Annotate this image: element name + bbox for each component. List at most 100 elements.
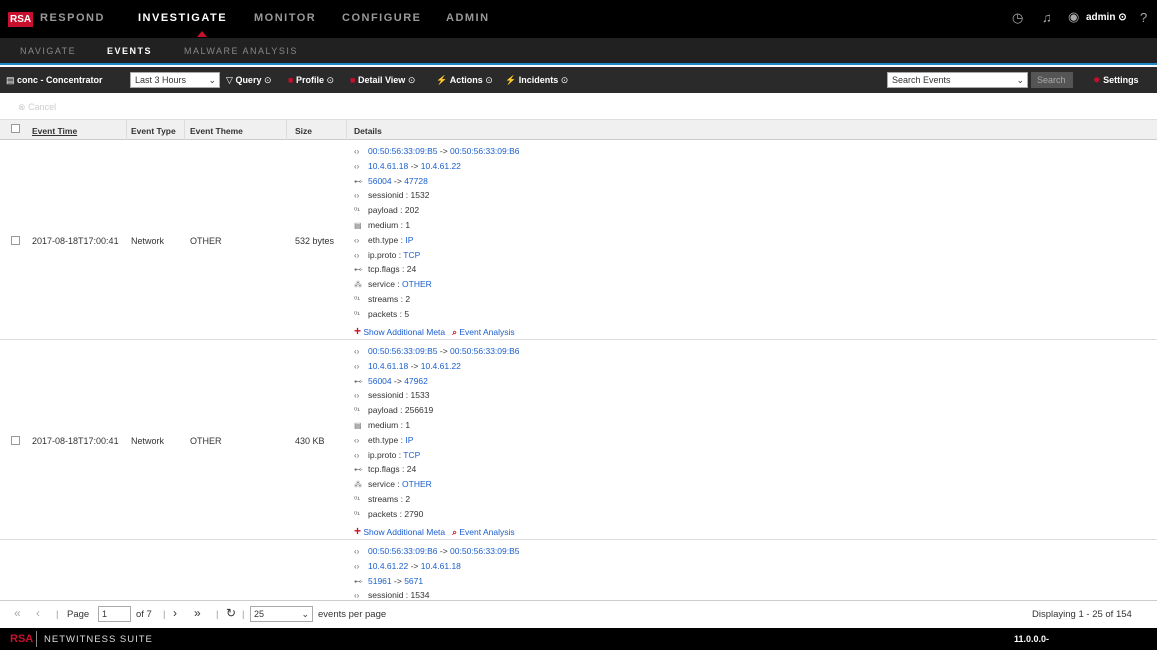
table-icon: ▤ (6, 75, 15, 85)
column-event-time[interactable]: Event Time (32, 126, 77, 136)
table-row[interactable]: ‹› 00:50:56:33:09:B6 -> 00:50:56:33:09:B5… (0, 541, 1157, 600)
first-page-icon[interactable]: « (14, 606, 21, 620)
concentrator-selector[interactable]: ▤ conc - Concentrator (6, 75, 103, 86)
select-all-checkbox[interactable] (11, 124, 20, 133)
pager-separator: | (163, 609, 166, 620)
tab-navigate[interactable]: NAVIGATE (20, 46, 76, 56)
mac-dst-link[interactable]: 00:50:56:33:09:B6 (450, 346, 519, 356)
column-details[interactable]: Details (354, 126, 382, 136)
event-analysis-link[interactable]: Event Analysis (459, 527, 514, 537)
table-row[interactable]: 2017-08-18T17:00:41 Network OTHER 532 by… (0, 141, 1157, 340)
page-number-input[interactable]: 1 (98, 606, 131, 622)
profile-menu[interactable]: ■ Profile ⊙ (288, 75, 334, 86)
meta-value-link[interactable]: OTHER (402, 279, 432, 289)
mac-src-link[interactable]: 00:50:56:33:09:B5 (368, 346, 437, 356)
nav-monitor[interactable]: MONITOR (254, 12, 316, 24)
ip-src-link[interactable]: 10.4.61.18 (368, 161, 408, 171)
meta-label: tcp.flags (368, 264, 400, 275)
medium-line: ▤ medium : 1 (354, 419, 411, 430)
prev-page-icon[interactable]: ‹ (36, 606, 40, 620)
ip-src-link[interactable]: 10.4.61.18 (368, 361, 408, 371)
settings-button[interactable]: ✹ Settings (1093, 75, 1139, 86)
network-icon: ‹› (354, 161, 360, 171)
event-type: Network (131, 236, 165, 246)
sub-nav: NAVIGATE EVENTS MALWARE ANALYSIS (0, 38, 1157, 65)
refresh-icon[interactable]: ↻ (226, 606, 236, 620)
binary-icon: ⁰¹ (354, 494, 360, 504)
ip-src-link[interactable]: 10.4.61.22 (368, 561, 408, 571)
query-menu[interactable]: ▽ Query ⊙ (226, 75, 272, 86)
nav-respond[interactable]: RESPOND (40, 12, 105, 24)
per-page-select[interactable]: 25 ⌄ (250, 606, 313, 622)
bell-icon[interactable]: ♫ (1042, 10, 1052, 25)
mac-src-link[interactable]: 00:50:56:33:09:B6 (368, 546, 437, 556)
show-additional-meta-link[interactable]: Show Additional Meta (363, 527, 445, 537)
meta-label: sessionid (368, 390, 404, 401)
row-actions: + Show Additional Meta ⌕ Event Analysis (354, 524, 520, 539)
user-menu[interactable]: admin ⊙ (1086, 12, 1127, 23)
nav-configure[interactable]: CONFIGURE (342, 12, 422, 24)
pager-separator: | (242, 609, 245, 620)
nav-investigate[interactable]: INVESTIGATE (138, 12, 227, 24)
tab-malware-analysis[interactable]: MALWARE ANALYSIS (184, 46, 298, 56)
actions-menu[interactable]: ⚡ Actions ⊙ (436, 75, 493, 86)
detail-view-menu[interactable]: ■ Detail View ⊙ (350, 75, 415, 86)
pager-separator: | (216, 609, 219, 620)
network-icon: ‹› (354, 191, 360, 201)
meta-value-link[interactable]: IP (405, 235, 413, 245)
user-icon[interactable]: ◉ (1068, 9, 1079, 25)
meta-value-link[interactable]: IP (405, 435, 413, 445)
footer-divider (36, 631, 37, 647)
help-icon[interactable]: ? (1140, 10, 1147, 25)
port-src-link[interactable]: 51961 (368, 576, 392, 586)
meta-value-link[interactable]: TCP (403, 450, 420, 460)
event-size: 532 bytes (295, 236, 335, 246)
ip-proto-line: ‹› ip.proto : TCP (354, 249, 421, 260)
displaying-count: Displaying 1 - 25 of 154 (1032, 609, 1132, 620)
tab-events[interactable]: EVENTS (107, 46, 152, 56)
meta-value-link[interactable]: TCP (403, 250, 420, 260)
meta-value: 24 (406, 264, 417, 275)
meta-label: payload (368, 205, 398, 216)
meta-label: sessionid (368, 190, 404, 201)
mac-dst-link[interactable]: 00:50:56:33:09:B5 (450, 546, 519, 556)
last-page-icon[interactable]: » (194, 606, 201, 620)
meta-label: sessionid (368, 590, 404, 600)
port-dst-link[interactable]: 5671 (404, 576, 423, 586)
port-dst-link[interactable]: 47962 (404, 376, 428, 386)
port-line: ⊷ 56004 -> 47728 (354, 176, 520, 191)
database-icon: ▤ (354, 220, 362, 230)
port-src-link[interactable]: 56004 (368, 176, 392, 186)
search-button[interactable]: Search (1031, 72, 1073, 88)
nav-admin[interactable]: ADMIN (446, 12, 490, 24)
arrow: -> (439, 346, 448, 356)
column-size[interactable]: Size (295, 126, 312, 136)
arrow: -> (410, 560, 419, 571)
port-src-link[interactable]: 56004 (368, 376, 392, 386)
cancel-button[interactable]: ⊗ Cancel (18, 102, 56, 113)
column-separator (184, 120, 185, 140)
column-event-theme[interactable]: Event Theme (190, 126, 243, 136)
incidents-menu[interactable]: ⚡ Incidents ⊙ (505, 75, 568, 86)
port-dst-link[interactable]: 47728 (404, 176, 428, 186)
timer-icon[interactable]: ◷ (1012, 10, 1023, 26)
meta-value-link[interactable]: OTHER (402, 479, 432, 489)
search-events-select[interactable]: Search Events ⌄ (887, 72, 1028, 88)
ip-dst-link[interactable]: 10.4.61.22 (421, 161, 461, 171)
detail-view-icon: ■ (350, 75, 356, 85)
event-analysis-link[interactable]: Event Analysis (459, 327, 514, 337)
mac-src-link[interactable]: 00:50:56:33:09:B5 (368, 146, 437, 156)
mac-dst-link[interactable]: 00:50:56:33:09:B6 (450, 146, 519, 156)
row-checkbox[interactable] (11, 436, 20, 445)
time-range-select[interactable]: Last 3 Hours ⌄ (130, 72, 220, 88)
next-page-icon[interactable]: › (173, 606, 177, 620)
meta-label: service (368, 279, 395, 290)
show-additional-meta-link[interactable]: Show Additional Meta (363, 327, 445, 337)
row-checkbox[interactable] (11, 236, 20, 245)
per-page-label: events per page (318, 609, 387, 620)
column-event-type[interactable]: Event Type (131, 126, 176, 136)
database-icon: ▤ (354, 420, 362, 430)
ip-dst-link[interactable]: 10.4.61.18 (421, 561, 461, 571)
table-row[interactable]: 2017-08-18T17:00:41 Network OTHER 430 KB… (0, 341, 1157, 540)
ip-dst-link[interactable]: 10.4.61.22 (421, 361, 461, 371)
